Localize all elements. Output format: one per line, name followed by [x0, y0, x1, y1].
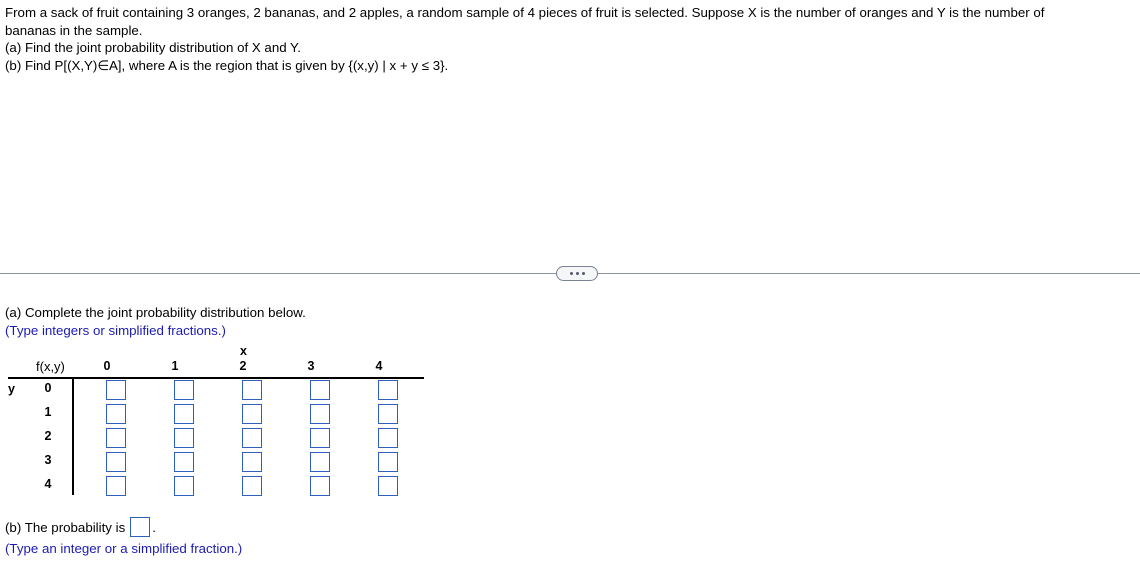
part-a-instruction: (a) Complete the joint probability distr… — [5, 305, 306, 320]
cell-input-x1-y2[interactable] — [174, 428, 194, 448]
column-header-4: 4 — [375, 359, 383, 373]
column-header-1: 1 — [171, 359, 179, 373]
cell-input-x2-y1[interactable] — [242, 404, 262, 424]
more-options-ellipsis-icon[interactable] — [556, 266, 598, 281]
column-header-2: 2 — [239, 359, 247, 373]
cell-input-x3-y4[interactable] — [310, 476, 330, 496]
cell-input-x1-y4[interactable] — [174, 476, 194, 496]
part-b-answer-row: (b) The probability is . — [5, 516, 242, 538]
row-header-0: 0 — [44, 381, 52, 395]
row-header-1: 1 — [44, 405, 52, 419]
column-header-0: 0 — [103, 359, 111, 373]
row-header-2: 2 — [44, 429, 52, 443]
row-header-4: 4 — [44, 477, 52, 491]
cell-input-x2-y3[interactable] — [242, 452, 262, 472]
problem-line-2: bananas in the sample. — [5, 22, 143, 38]
part-b-prefix: (b) The probability is — [5, 519, 126, 535]
cell-input-x1-y0[interactable] — [174, 380, 194, 400]
ellipsis-dot-3 — [581, 272, 585, 275]
x-axis-label: x — [240, 344, 247, 358]
ellipsis-dot-1 — [569, 272, 573, 275]
probability-answer-input[interactable] — [130, 517, 151, 537]
cell-input-x3-y1[interactable] — [310, 404, 330, 424]
cell-input-x4-y4[interactable] — [378, 476, 398, 496]
cell-input-x4-y1[interactable] — [378, 404, 398, 424]
cell-input-x1-y1[interactable] — [174, 404, 194, 424]
cell-input-x0-y1[interactable] — [106, 404, 126, 424]
cell-input-x0-y3[interactable] — [106, 452, 126, 472]
cell-input-x3-y2[interactable] — [310, 428, 330, 448]
cell-input-x2-y0[interactable] — [242, 380, 262, 400]
cell-input-x2-y4[interactable] — [242, 476, 262, 496]
cell-input-x4-y2[interactable] — [378, 428, 398, 448]
cell-input-x3-y3[interactable] — [310, 452, 330, 472]
table-header-rule — [8, 377, 424, 379]
section-divider — [0, 266, 1140, 290]
cell-input-x0-y2[interactable] — [106, 428, 126, 448]
ellipsis-dot-2 — [575, 272, 579, 275]
problem-statement: From a sack of fruit containing 3 orange… — [5, 4, 1137, 74]
cell-input-x3-y0[interactable] — [310, 380, 330, 400]
problem-line-1: From a sack of fruit containing 3 orange… — [5, 5, 1045, 20]
joint-probability-table: x f(x,y) 0 1 2 3 4 y 0 1 2 3 4 — [0, 344, 440, 504]
part-a-type-hint: (Type integers or simplified fractions.) — [5, 323, 226, 338]
table-corner-label: f(x,y) — [36, 359, 65, 374]
cell-input-x2-y2[interactable] — [242, 428, 262, 448]
cell-input-x0-y0[interactable] — [106, 380, 126, 400]
part-b-answer: (b) The probability is . (Type an intege… — [5, 516, 242, 559]
part-b-type-hint: (Type an integer or a simplified fractio… — [5, 541, 243, 556]
problem-line-4: (b) Find P[(X,Y)∈A], where A is the regi… — [5, 57, 449, 73]
cell-input-x1-y3[interactable] — [174, 452, 194, 472]
part-b-suffix: . — [152, 519, 156, 535]
cell-input-x0-y4[interactable] — [106, 476, 126, 496]
row-header-3: 3 — [44, 453, 52, 467]
part-a-prompt: (a) Complete the joint probability distr… — [5, 304, 306, 340]
cell-input-x4-y0[interactable] — [378, 380, 398, 400]
table-row-label-rule — [72, 377, 74, 495]
y-axis-label: y — [8, 382, 15, 396]
problem-line-3: (a) Find the joint probability distribut… — [5, 40, 301, 55]
column-header-3: 3 — [307, 359, 315, 373]
cell-input-x4-y3[interactable] — [378, 452, 398, 472]
